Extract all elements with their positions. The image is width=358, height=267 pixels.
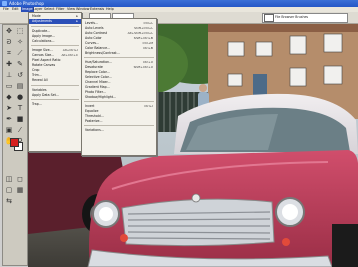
menu-item-canvas-size[interactable]: Canvas Size... — [32, 53, 54, 57]
notes-tool-icon[interactable]: ▣ — [4, 126, 14, 135]
menu-item-variations[interactable]: Variations... — [85, 128, 104, 132]
palette-well-label: File Browser Brushes — [275, 15, 309, 19]
submenu-arrow-icon: ▸ — [76, 14, 78, 18]
menu-item-trap[interactable]: Trap... — [32, 102, 42, 106]
menu-item-duplicate[interactable]: Duplicate... — [32, 29, 50, 33]
path-selection-tool-icon[interactable]: ➤ — [4, 104, 14, 113]
menu-separator — [31, 99, 79, 100]
menu-item-shadow-highlight[interactable]: Shadow/Highlight... — [85, 95, 116, 99]
menu-item-crop[interactable]: Crop — [32, 68, 39, 72]
shortcut-curves: Ctrl+M — [142, 41, 153, 45]
blur-tool-icon[interactable]: ◆ — [4, 93, 14, 102]
menu-item-mode[interactable]: Mode — [32, 14, 41, 18]
menu-item-reveal-all[interactable]: Reveal All — [32, 78, 48, 82]
fullscreen-mode-icon[interactable]: ▦ — [15, 186, 25, 195]
type-tool-icon[interactable]: T — [15, 104, 25, 113]
clone-stamp-tool-icon[interactable]: ⊥ — [4, 71, 14, 80]
menu-item-posterize[interactable]: Posterize... — [85, 119, 103, 123]
menu-item-threshold[interactable]: Threshold... — [85, 114, 104, 118]
shortcut-canvas-size: Alt+Ctrl+C — [61, 53, 78, 57]
menu-item-variables[interactable]: Variables — [32, 88, 47, 92]
lasso-tool-icon[interactable]: ᘐ — [4, 38, 14, 47]
menu-separator — [31, 45, 79, 46]
shape-tool-icon[interactable]: ■ — [15, 115, 25, 124]
menu-separator — [84, 57, 154, 58]
eyedropper-tool-icon[interactable]: ⁄ — [15, 126, 25, 135]
shortcut-image-size: Alt+Ctrl+I — [62, 48, 78, 52]
shortcut-auto-levels: Shift+Ctrl+L — [134, 26, 153, 30]
menu-separator — [31, 26, 79, 27]
history-brush-tool-icon[interactable]: ↺ — [15, 71, 25, 80]
menu-item-apply-image[interactable]: Apply Image... — [32, 34, 55, 38]
shortcut-hue-saturation: Ctrl+U — [142, 60, 153, 64]
menu-item-brightness-contrast[interactable]: Brightness/Contrast... — [85, 51, 120, 55]
palette-icon[interactable] — [264, 14, 274, 22]
shortcut-invert: Ctrl+I — [144, 104, 153, 108]
menu-item-auto-color[interactable]: Auto Color — [85, 36, 102, 40]
menu-item-desaturate[interactable]: Desaturate — [85, 65, 103, 69]
screen-mode-icon[interactable]: ▢ — [4, 186, 14, 195]
pen-tool-icon[interactable]: ✒ — [4, 115, 14, 124]
menu-item-color-balance[interactable]: Color Balance... — [85, 46, 110, 50]
menu-item-rotate-canvas[interactable]: Rotate Canvas — [32, 63, 55, 67]
menu-item-curves[interactable]: Curves... — [85, 41, 99, 45]
menu-item-hue-saturation[interactable]: Hue/Saturation... — [85, 60, 112, 64]
menu-item-auto-contrast[interactable]: Auto Contrast — [85, 31, 107, 35]
menu-separator — [84, 101, 154, 102]
menu-item-photo-filter[interactable]: Photo Filter... — [85, 90, 106, 94]
menu-item-levels[interactable]: Levels... — [85, 21, 98, 25]
menu-item-adjustments[interactable]: Adjustments — [32, 19, 52, 23]
shortcut-levels: Ctrl+L — [143, 21, 153, 25]
gradient-tool-icon[interactable]: ▤ — [15, 82, 25, 91]
foreground-color-swatch[interactable] — [10, 138, 19, 147]
submenu-arrow-icon: ▸ — [76, 19, 78, 23]
title-bar: Adobe Photoshop — [0, 0, 358, 7]
standard-mode-icon[interactable]: ◻ — [15, 175, 25, 184]
dodge-tool-icon[interactable]: ● — [15, 93, 25, 102]
healing-brush-tool-icon[interactable]: ✚ — [4, 60, 14, 69]
quick-mask-icon[interactable]: ◫ — [4, 175, 14, 184]
shortcut-auto-contrast: Alt+Shift+Ctrl+L — [127, 31, 153, 35]
menu-item-equalize[interactable]: Equalize — [85, 109, 98, 113]
menu-item-pixel-aspect[interactable]: Pixel Aspect Ratio — [32, 58, 60, 62]
brush-tool-icon[interactable]: ✎ — [15, 60, 25, 69]
menu-separator — [31, 85, 79, 86]
image-menu-dropdown: Mode ▸ Adjustments ▸ Duplicate... Apply … — [28, 12, 82, 152]
imageready-icon[interactable]: ⇆ — [4, 197, 14, 206]
move-tool-icon[interactable]: ✥ — [4, 27, 14, 36]
menu-item-selective-color[interactable]: Selective Color... — [85, 75, 112, 79]
crop-tool-icon[interactable]: ⌗ — [4, 49, 14, 58]
shortcut-desaturate: Shift+Ctrl+U — [133, 65, 153, 69]
menu-item-apply-data-set[interactable]: Apply Data Set... — [32, 93, 59, 97]
eraser-tool-icon[interactable]: ▭ — [4, 82, 14, 91]
slice-tool-icon[interactable]: ⟋ — [15, 49, 25, 58]
menu-item-image-size[interactable]: Image Size... — [32, 48, 53, 52]
window-title: Adobe Photoshop — [9, 1, 44, 6]
shortcut-color-balance: Ctrl+B — [143, 46, 153, 50]
app-icon — [2, 1, 7, 6]
menu-item-invert[interactable]: Invert — [85, 104, 94, 108]
menu-item-auto-levels[interactable]: Auto Levels — [85, 26, 104, 30]
magic-wand-tool-icon[interactable]: ✧ — [15, 38, 25, 47]
menu-item-adjustments-highlight[interactable]: Adjustments ▸ — [29, 19, 81, 24]
menu-item-replace-color[interactable]: Replace Color... — [85, 70, 110, 74]
adjustments-submenu: Levels... Ctrl+L Auto Levels Shift+Ctrl+… — [81, 18, 157, 156]
menu-separator — [84, 125, 154, 126]
shortcut-auto-color: Shift+Ctrl+B — [133, 36, 153, 40]
marquee-tool-icon[interactable]: ⬚ — [15, 27, 25, 36]
menu-item-gradient-map[interactable]: Gradient Map... — [85, 85, 110, 89]
menu-item-trim[interactable]: Trim... — [32, 73, 42, 77]
menu-item-channel-mixer[interactable]: Channel Mixer... — [85, 80, 111, 84]
menu-item-calculations[interactable]: Calculations... — [32, 39, 54, 43]
